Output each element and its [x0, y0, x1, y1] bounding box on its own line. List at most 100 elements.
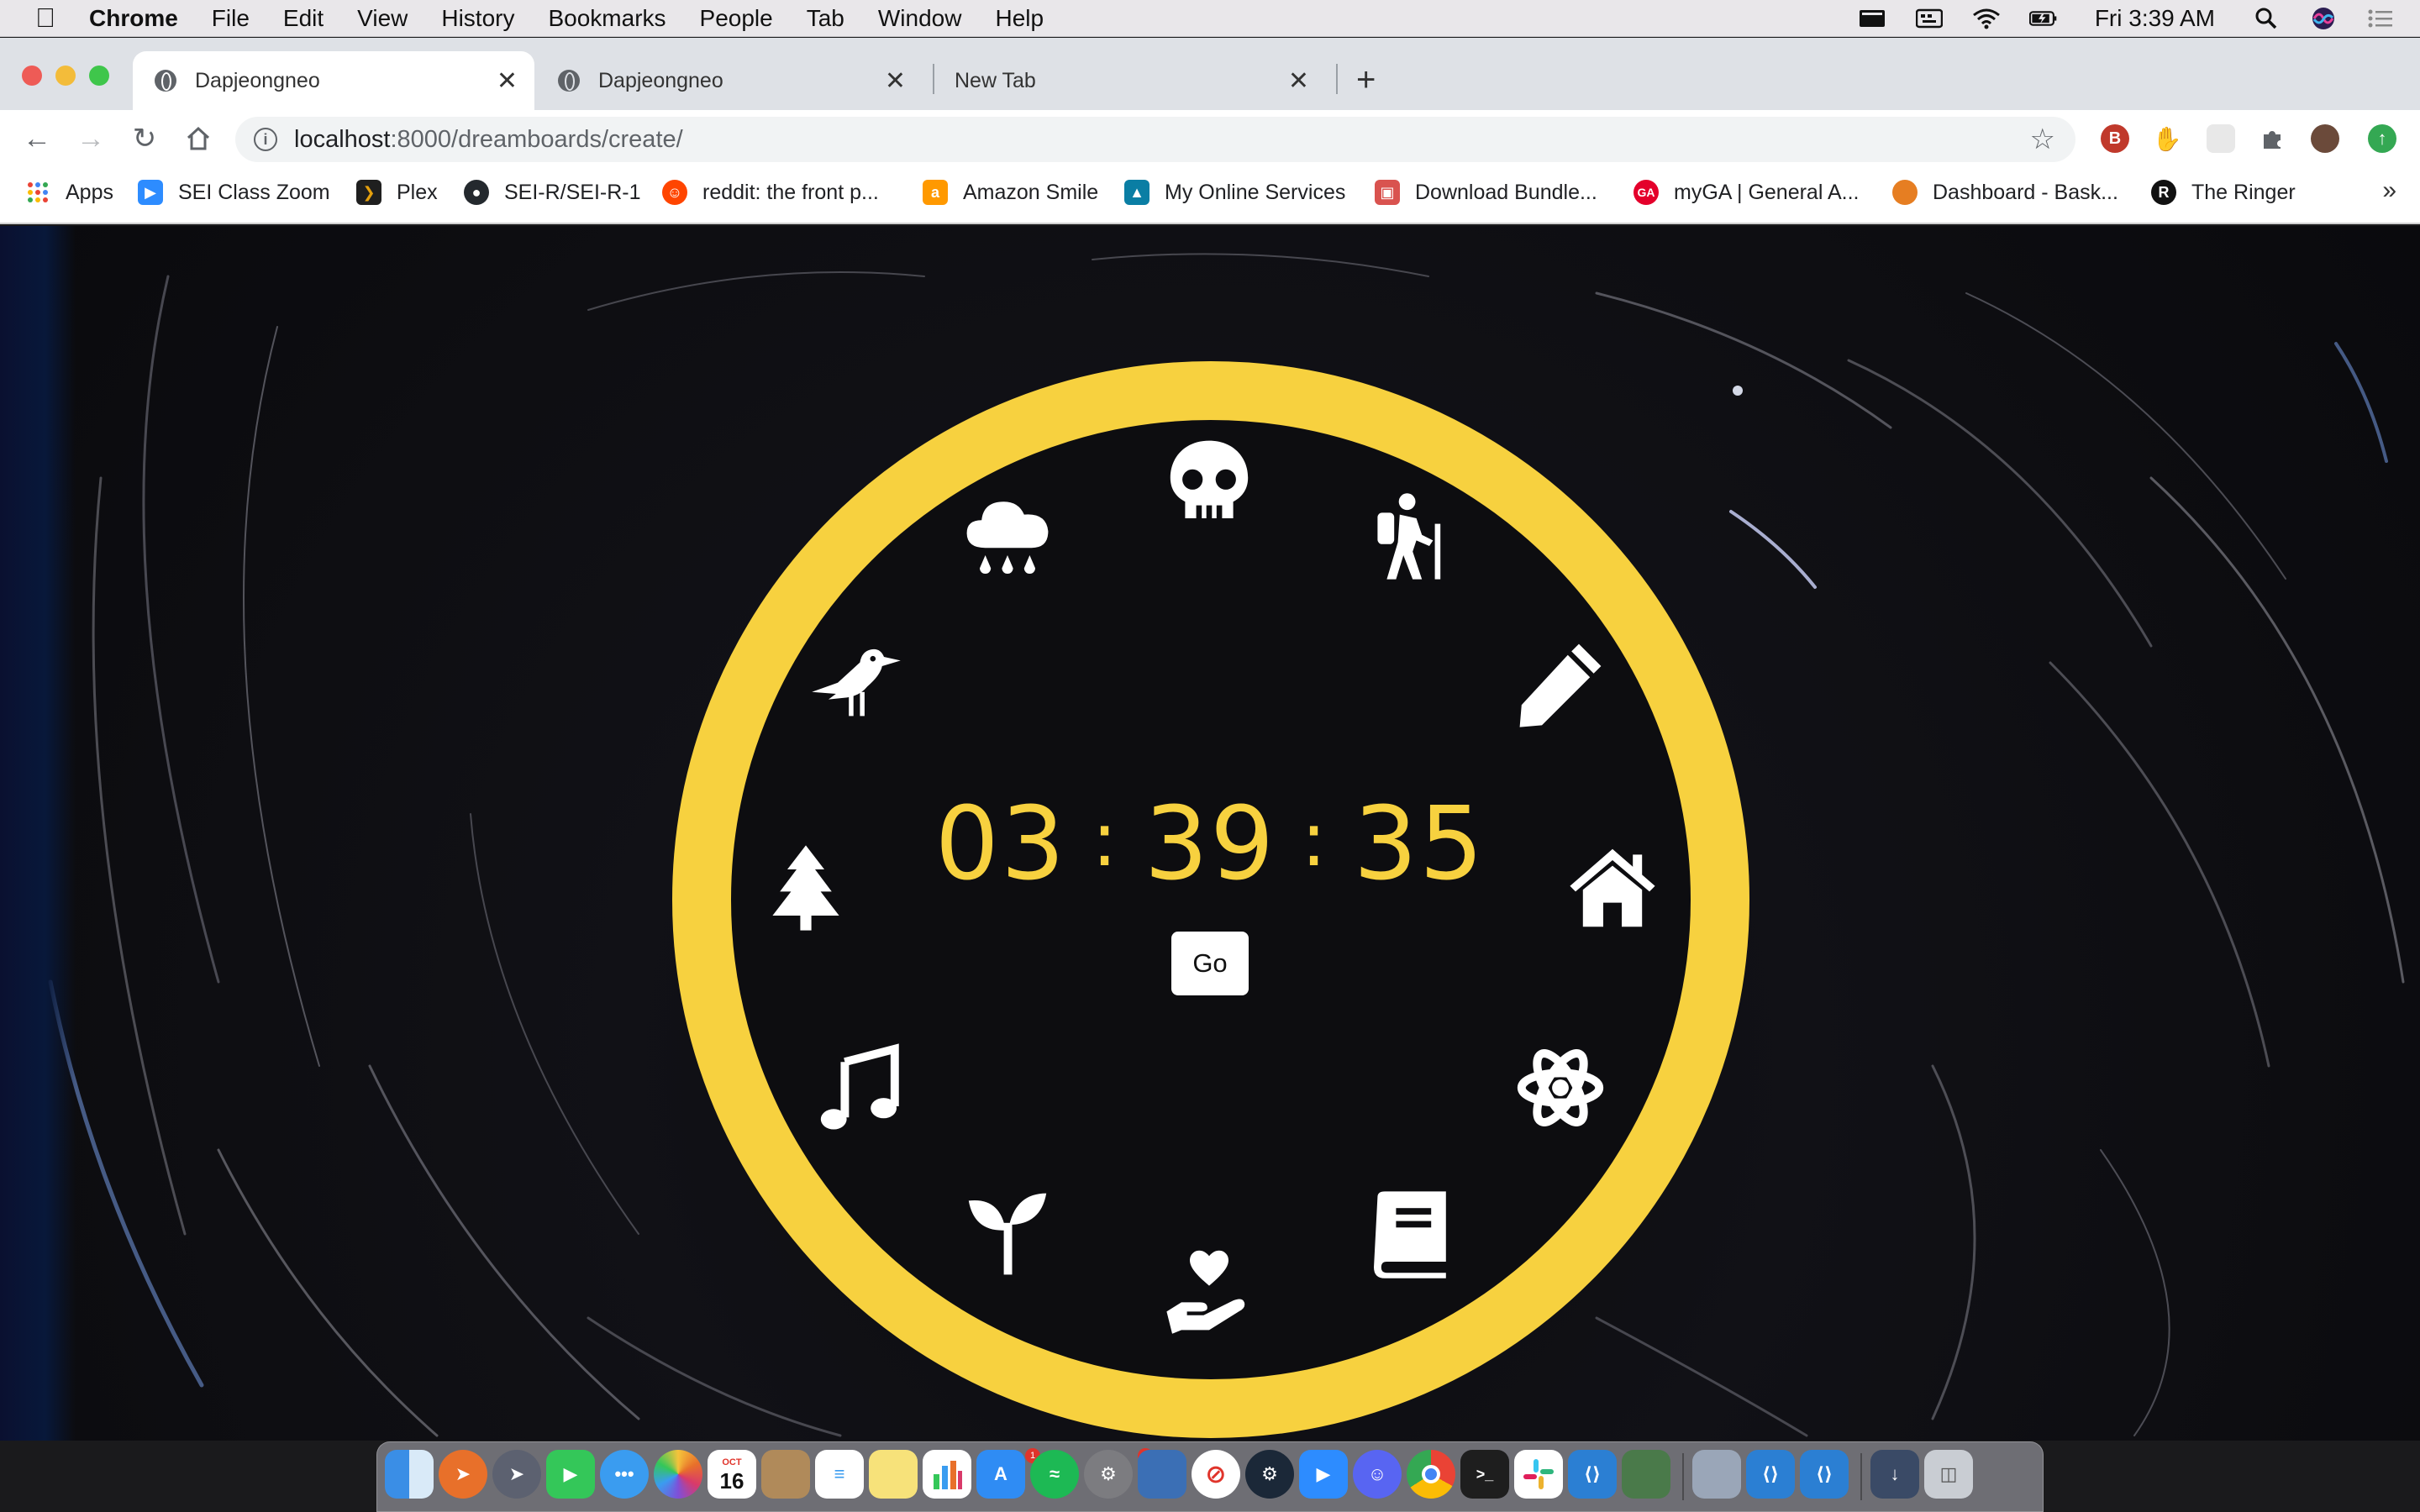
seedling-icon[interactable] [961, 1188, 1054, 1280]
dock-numbers-icon[interactable] [923, 1450, 971, 1499]
tab-dapjeongneo[interactable]: Dapjeongneo ✕ [536, 51, 923, 110]
bookmark-the-ringer[interactable]: R The Ringer [2151, 178, 2296, 207]
dock-system-preferences-icon[interactable]: ⚙ [1084, 1450, 1133, 1499]
macos-menu-bar:  Chrome File Edit View History Bookmark… [0, 0, 2420, 37]
bookmark-myga[interactable]: GA myGA | General A... [1634, 178, 1859, 207]
dock-vscode-icon[interactable]: ⟨⟩ [1568, 1450, 1617, 1499]
menu-file[interactable]: File [212, 5, 250, 32]
bookmark-plex[interactable]: ❯ Plex [356, 178, 438, 207]
notification-center-icon[interactable] [2366, 8, 2395, 29]
close-tab-icon[interactable]: ✕ [885, 66, 906, 96]
dock-photos-icon[interactable] [654, 1450, 702, 1499]
extension-b-icon[interactable]: B [2101, 124, 2129, 153]
dock-terminal-icon[interactable]: >_ [1460, 1450, 1509, 1499]
pencil-icon[interactable] [1514, 638, 1607, 731]
bookmarks-overflow-chevron-icon[interactable]: » [2382, 176, 2396, 205]
dock-slack-icon[interactable] [1514, 1450, 1563, 1499]
window-zoom-button[interactable] [89, 66, 109, 86]
update-arrow-icon[interactable]: ↑ [2368, 124, 2396, 153]
dock-launchpad-icon[interactable]: ➤ [492, 1450, 541, 1499]
profile-avatar[interactable] [2311, 124, 2339, 153]
home-icon[interactable] [1566, 842, 1659, 934]
menu-help[interactable]: Help [995, 5, 1044, 32]
dock-finder-icon[interactable] [385, 1450, 434, 1499]
siri-icon[interactable] [2309, 8, 2338, 29]
extensions-puzzle-icon[interactable] [2259, 124, 2287, 153]
apple-menu-icon[interactable]:  [30, 3, 60, 34]
menu-app-name[interactable]: Chrome [89, 5, 178, 32]
dock-trash-icon[interactable]: ◫ [1924, 1450, 1973, 1499]
cloud-rain-icon[interactable] [961, 491, 1054, 583]
dock-image-capture-icon[interactable] [1692, 1450, 1741, 1499]
dock-news-icon[interactable]: ⊘ [1192, 1450, 1240, 1499]
site-info-icon[interactable]: i [254, 128, 277, 151]
dock-safari-icon[interactable]: ➤ [439, 1450, 487, 1499]
atom-icon[interactable] [1514, 1042, 1607, 1134]
dock-notes-icon[interactable] [869, 1450, 918, 1499]
dock-spotify-icon[interactable]: ≈ [1030, 1450, 1079, 1499]
close-tab-icon[interactable]: ✕ [1288, 66, 1309, 96]
bookmark-sei-class-zoom[interactable]: ▶ SEI Class Zoom [138, 178, 330, 207]
menu-view[interactable]: View [357, 5, 408, 32]
music-icon[interactable] [813, 1042, 906, 1134]
window-close-button[interactable] [22, 66, 42, 86]
dock-calendar-icon[interactable]: OCT 16 [708, 1450, 756, 1499]
dock-app-store-icon[interactable]: A [976, 1450, 1025, 1499]
back-arrow-icon[interactable]: ← [18, 120, 55, 157]
address-bar[interactable]: i localhost :8000/dreamboards/create/ ☆ [235, 117, 2075, 162]
menu-people[interactable]: People [700, 5, 773, 32]
bookmark-download-bundle[interactable]: ▣ Download Bundle... [1375, 178, 1597, 207]
home-button-icon[interactable] [180, 120, 217, 157]
bookmark-reddit[interactable]: ☺ reddit: the front p... [662, 178, 879, 207]
bookmark-apps[interactable]: Apps [25, 178, 113, 207]
extension-grid-icon[interactable] [2207, 124, 2235, 153]
wifi-icon[interactable] [1972, 8, 2001, 29]
dock-downloads-icon[interactable]: ↓ [1870, 1450, 1919, 1499]
keyboard-icon[interactable] [1915, 8, 1944, 29]
dock-contacts-icon[interactable] [761, 1450, 810, 1499]
hand-holding-heart-icon[interactable] [1163, 1243, 1255, 1336]
dock-messages-icon[interactable]: ••• [600, 1450, 649, 1499]
dock-chrome-icon[interactable] [1407, 1450, 1455, 1499]
dock-steam-icon[interactable]: ⚙ [1245, 1450, 1294, 1499]
dock-discord-icon[interactable]: ☺ [1353, 1450, 1402, 1499]
bookmark-star-icon[interactable]: ☆ [2030, 123, 2055, 156]
battery-icon[interactable] [2028, 8, 2058, 29]
skull-icon[interactable] [1163, 435, 1255, 528]
dock-preview-icon[interactable] [1138, 1450, 1186, 1499]
bookmark-sei-r[interactable]: ● SEI-R/SEI-R-1 [464, 178, 641, 207]
forward-arrow-icon[interactable]: → [72, 120, 109, 157]
status-area: Fri 3:39 AM [1858, 0, 2395, 37]
menubar-clock[interactable]: Fri 3:39 AM [2095, 5, 2215, 32]
window-minimize-button[interactable] [55, 66, 76, 86]
bookmark-my-online-services[interactable]: ▲ My Online Services [1124, 178, 1345, 207]
dock-photo-booth-icon[interactable] [1622, 1450, 1670, 1499]
go-button[interactable]: Go [1171, 932, 1249, 995]
menu-window[interactable]: Window [878, 5, 962, 32]
dock-reminders-icon[interactable]: ≡ [815, 1450, 864, 1499]
dock-zoom-icon[interactable]: ▶ [1299, 1450, 1348, 1499]
dock-vscode-2-icon[interactable]: ⟨⟩ [1800, 1450, 1849, 1499]
new-tab-plus-icon[interactable]: + [1356, 59, 1376, 101]
menu-tab[interactable]: Tab [807, 5, 844, 32]
apps-grid-icon [25, 180, 50, 205]
reddit-icon: ☺ [662, 180, 687, 205]
bookmark-dashboard[interactable]: Dashboard - Bask... [1892, 178, 2118, 207]
close-tab-icon[interactable]: ✕ [497, 66, 518, 96]
menu-edit[interactable]: Edit [283, 5, 324, 32]
reload-icon[interactable]: ↻ [126, 120, 163, 157]
dock-facetime-icon[interactable]: ▶ [546, 1450, 595, 1499]
menu-history[interactable]: History [441, 5, 514, 32]
book-icon[interactable] [1365, 1188, 1457, 1280]
hiking-icon[interactable] [1365, 491, 1457, 583]
tab-new-tab[interactable]: New Tab ✕ [934, 51, 1326, 110]
extension-hand-icon[interactable]: ✋ [2153, 124, 2182, 153]
tab-dapjeongneo-active[interactable]: Dapjeongneo ✕ [133, 51, 534, 110]
display-icon[interactable] [1858, 8, 1886, 29]
crow-icon[interactable] [810, 638, 902, 731]
spotlight-search-icon[interactable] [2252, 8, 2281, 29]
bookmark-amazon-smile[interactable]: a Amazon Smile [923, 178, 1098, 207]
tree-icon[interactable] [760, 842, 852, 934]
dock-vscode-insiders-icon[interactable]: ⟨⟩ [1746, 1450, 1795, 1499]
menu-bookmarks[interactable]: Bookmarks [548, 5, 666, 32]
